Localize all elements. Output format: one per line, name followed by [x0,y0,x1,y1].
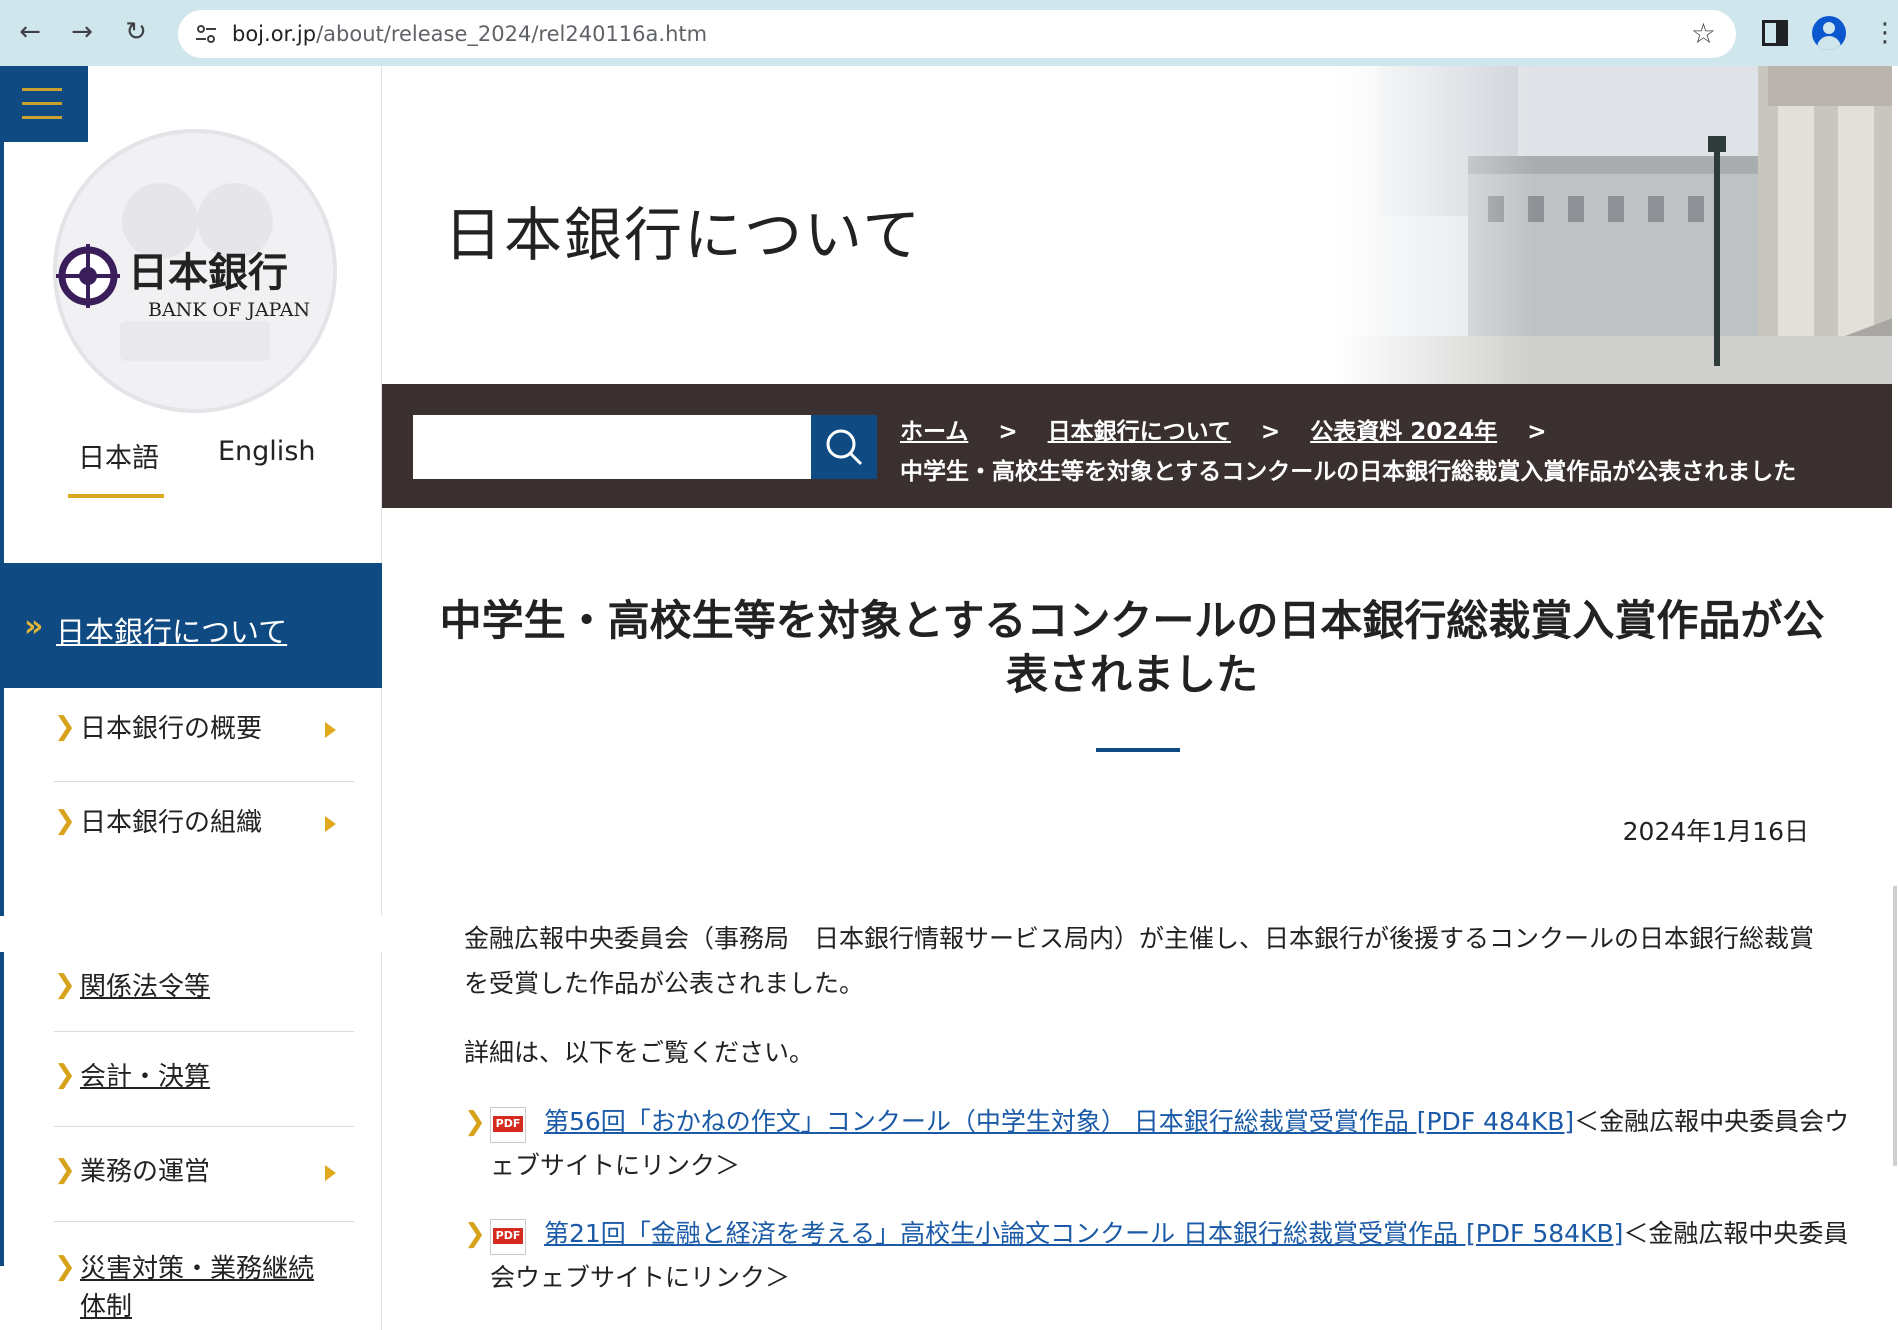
main-content: 中学生・高校生等を対象とするコンクールの日本銀行総裁賞入賞作品が公 表されました… [382,508,1894,1330]
pdf-icon: PDF [490,1219,526,1255]
sidebar-item-about[interactable]: » 日本銀行について [0,563,382,688]
lang-english[interactable]: English [218,436,316,467]
sidebar-item-laws[interactable]: ❯ 関係法令等 [54,952,354,1032]
chevron-right-icon: ❯ [54,1252,76,1282]
url-text: boj.or.jp/about/release_2024/rel240116a.… [232,22,708,46]
sidebar-item-label: 日本銀行の組織 [80,808,263,838]
sidebar-item-accounting[interactable]: ❯ 会計・決算 [54,1032,354,1127]
caret-right-icon[interactable] [325,816,336,832]
profile-icon[interactable] [1812,16,1846,50]
breadcrumb-separator: > [1527,419,1547,445]
bank-of-japan-logo[interactable]: 日本銀行 BANK OF JAPAN [50,126,340,416]
sidebar-item-disaster[interactable]: ❯ 災害対策・業務継続体制 [54,1222,354,1330]
forward-icon[interactable]: → [64,14,100,50]
caret-right-icon[interactable] [325,722,336,738]
address-bar[interactable]: boj.or.jp/about/release_2024/rel240116a.… [178,10,1736,58]
lang-active-indicator [68,494,164,498]
list-item: ❯ PDF 第56回「おかねの作文」コンクール（中学生対象） 日本銀行総裁賞受賞… [464,1100,1854,1188]
chevron-right-icon: ❯ [54,806,76,836]
back-icon[interactable]: ← [12,14,48,50]
breadcrumb-current: 中学生・高校生等を対象とするコンクールの日本銀行総裁賞入賞作品が公表されました [900,459,1797,485]
scrollbar-thumb[interactable] [1893,886,1897,1166]
search-button[interactable] [811,415,877,479]
chevron-right-icon: ❯ [464,1219,486,1249]
lang-japanese[interactable]: 日本語 [78,436,159,475]
sidebar-gap [0,916,382,952]
sidebar-active-label[interactable]: 日本銀行について [56,609,287,651]
page-header: 日本銀行について [382,66,1898,384]
kebab-menu-icon[interactable]: ⋮ [1872,20,1898,46]
search-input[interactable] [413,415,811,479]
pdf-link-thesis[interactable]: 第21回「金融と経済を考える」高校生小論文コンクール 日本銀行総裁賞受賞作品 [… [544,1219,1623,1248]
breadcrumb-about[interactable]: 日本銀行について [1048,419,1231,445]
sidebar-item-label[interactable]: 関係法令等 [80,968,210,1006]
chevron-right-icon: ❯ [54,712,76,742]
logo-en-text: BANK OF JAPAN [148,299,310,321]
sidebar-item-label: 業務の運営 [80,1157,211,1187]
search-icon [826,429,863,466]
list-item: ❯ PDF 第21回「金融と経済を考える」高校生小論文コンクール 日本銀行総裁賞… [464,1212,1854,1300]
caret-right-icon[interactable] [325,1165,336,1181]
pdf-link-essay[interactable]: 第56回「おかねの作文」コンクール（中学生対象） 日本銀行総裁賞受賞作品 [PD… [544,1107,1574,1136]
sidebar-item-label[interactable]: 会計・決算 [80,1058,210,1096]
pdf-icon: PDF [490,1107,526,1143]
search-breadcrumb-bar: ホーム > 日本銀行について > 公表資料 2024年 > 中学生・高校生等を対象とするコ… [382,384,1894,508]
chevron-right-icon: ❯ [464,1107,486,1137]
chevron-right-icon: ❯ [54,970,76,1000]
logo-ja-text: 日本銀行 [128,249,288,296]
page-title-line2: 表されました [1005,650,1258,699]
details-paragraph: 詳細は、以下をご覧ください。 [464,1038,815,1067]
intro-paragraph: 金融広報中央委員会（事務局 日本銀行情報サービス局内）が主催し、日本銀行が後援す… [464,924,1815,998]
browser-toolbar: ← → ↻ boj.or.jp/about/release_2024/rel24… [0,0,1898,66]
breadcrumb-release-2024[interactable]: 公表資料 2024年 [1310,419,1497,445]
title-divider [1096,748,1180,752]
page-title-line1: 中学生・高校生等を対象とするコンクールの日本銀行総裁賞入賞作品が公 [439,596,1825,645]
page-title: 中学生・高校生等を対象とするコンクールの日本銀行総裁賞入賞作品が公 表されました [422,594,1842,702]
reload-icon[interactable]: ↻ [118,14,154,50]
building-photo [1338,66,1898,384]
sidebar-item-operations[interactable]: ❯ 業務の運営 [54,1127,354,1222]
chevron-right-icon: ❯ [54,1060,76,1090]
double-chevron-right-icon: » [24,609,44,644]
chevron-right-icon: ❯ [54,1155,76,1185]
sidebar-item-overview[interactable]: ❯ 日本銀行の概要 [54,688,354,782]
sidebar-item-organization[interactable]: ❯ 日本銀行の組織 [54,782,354,916]
side-panel-icon[interactable] [1762,20,1788,46]
breadcrumb-separator: > [1260,419,1281,445]
publish-date: 2024年1月16日 [1622,817,1809,846]
breadcrumb-separator: > [998,419,1018,445]
sidebar-item-label: 日本銀行の概要 [80,714,263,744]
scrollbar[interactable] [1892,66,1898,1330]
breadcrumb-home[interactable]: ホーム [900,419,968,445]
sidebar: 日本銀行 BANK OF JAPAN 日本語 English » 日本銀行につい… [0,66,382,1330]
section-title: 日本銀行について [444,201,923,269]
star-icon[interactable]: ☆ [1691,18,1716,50]
sidebar-item-label[interactable]: 災害対策・業務継続体制 [80,1250,330,1326]
tune-icon[interactable] [192,20,220,48]
